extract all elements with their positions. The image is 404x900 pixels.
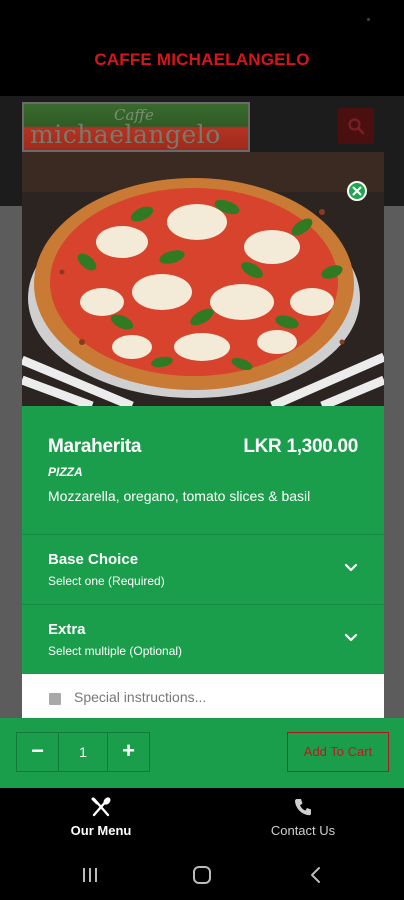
home-icon[interactable] bbox=[192, 866, 212, 884]
product-modal: Maraherita LKR 1,300.00 PIZZA Mozzarella… bbox=[22, 152, 384, 718]
logo-main-text: michaelangelo bbox=[30, 120, 221, 149]
add-to-cart-button[interactable]: Add To Cart bbox=[287, 732, 389, 772]
special-instructions-input[interactable] bbox=[74, 684, 364, 710]
option-subtitle: Select one (Required) bbox=[48, 574, 165, 588]
bottom-nav: Our Menu Contact Us bbox=[0, 788, 404, 850]
chevron-down-icon bbox=[344, 563, 358, 572]
option-base-choice[interactable]: Base Choice Select one (Required) bbox=[22, 534, 384, 604]
special-instructions bbox=[22, 674, 384, 718]
status-bar bbox=[0, 0, 404, 26]
pizza-photo bbox=[22, 152, 384, 406]
option-subtitle: Select multiple (Optional) bbox=[48, 644, 183, 658]
phone-icon bbox=[294, 799, 311, 816]
decrease-quantity-button[interactable]: − bbox=[17, 733, 59, 771]
pizza-image bbox=[22, 152, 384, 406]
search-icon bbox=[348, 118, 365, 135]
app-title: CAFFE MICHAELANGELO bbox=[94, 50, 310, 69]
nav-item-our-menu[interactable]: Our Menu bbox=[36, 796, 166, 838]
quantity-value: 1 bbox=[79, 744, 87, 760]
option-extra[interactable]: Extra Select multiple (Optional) bbox=[22, 604, 384, 674]
quantity-stepper: − 1 + bbox=[16, 732, 150, 772]
item-info: Maraherita LKR 1,300.00 PIZZA Mozzarella… bbox=[22, 406, 384, 534]
cafe-logo: Caffe michaelangelo bbox=[22, 102, 250, 152]
nav-label: Contact Us bbox=[270, 823, 336, 838]
close-icon-glyph bbox=[352, 186, 362, 196]
note-icon bbox=[49, 693, 61, 705]
search-button[interactable] bbox=[338, 108, 374, 144]
recent-apps-icon[interactable] bbox=[80, 866, 100, 884]
back-icon[interactable] bbox=[308, 866, 324, 884]
system-nav-bar bbox=[0, 850, 404, 900]
close-icon[interactable] bbox=[347, 181, 367, 201]
nav-item-contact-us[interactable]: Contact Us bbox=[238, 796, 368, 838]
option-title: Extra bbox=[48, 621, 86, 638]
option-title: Base Choice bbox=[48, 551, 139, 568]
nav-label: Our Menu bbox=[70, 823, 132, 838]
item-price: LKR 1,300.00 bbox=[243, 436, 358, 457]
item-name: Maraherita bbox=[48, 436, 142, 457]
status-indicator-icon bbox=[367, 18, 370, 21]
app-header: CAFFE MICHAELANGELO bbox=[0, 26, 404, 96]
item-description: Mozzarella, oregano, tomato slices & bas… bbox=[48, 488, 311, 504]
cart-bar: − 1 + Add To Cart bbox=[0, 718, 404, 788]
increase-quantity-button[interactable]: + bbox=[107, 733, 149, 771]
fork-knife-icon bbox=[91, 797, 111, 817]
item-category: PIZZA bbox=[48, 465, 83, 479]
chevron-down-icon bbox=[344, 633, 358, 642]
